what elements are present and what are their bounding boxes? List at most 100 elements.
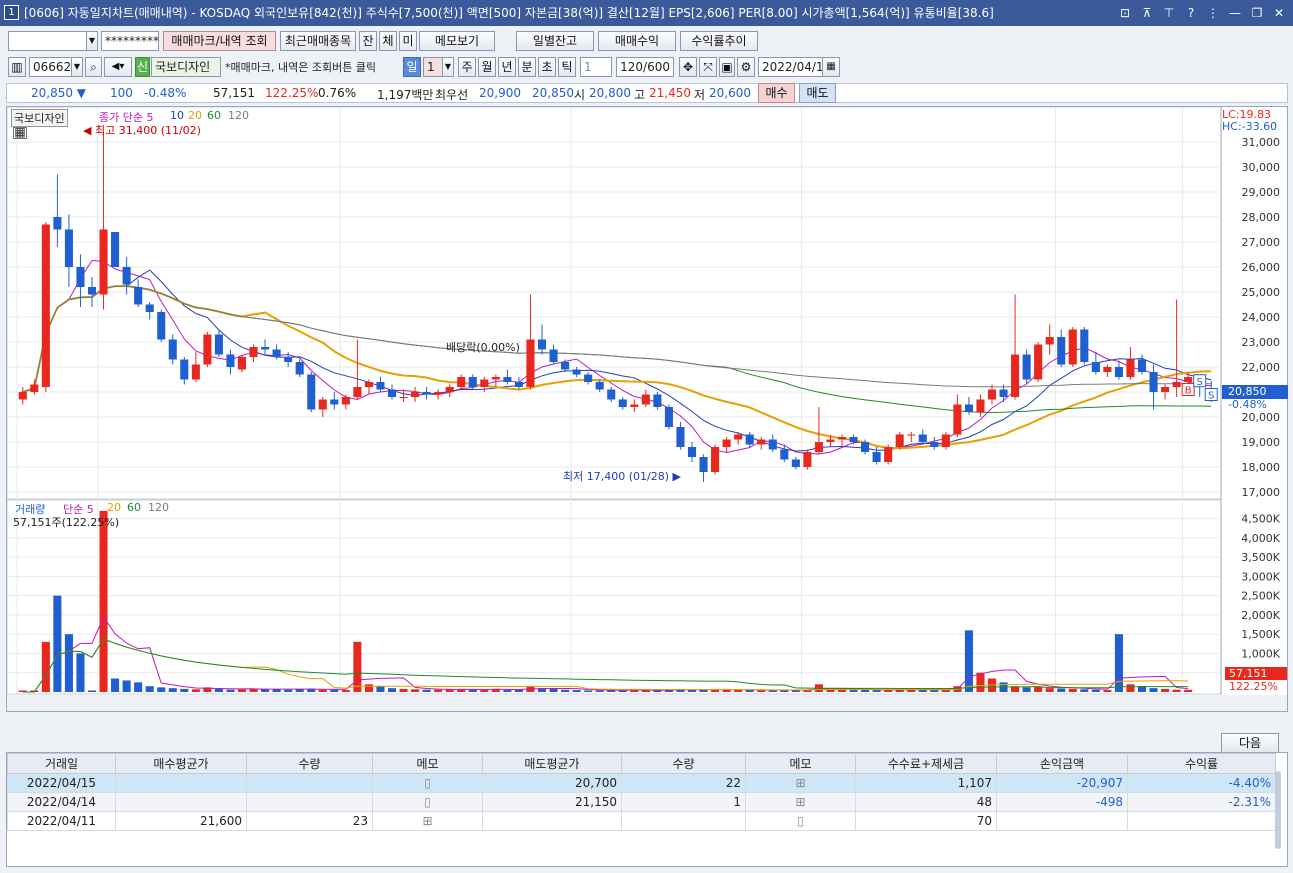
volume-tick-label: 1,000K [1241,647,1280,660]
unfilled-button[interactable]: 미 [399,31,417,51]
volume-bar [1103,690,1112,692]
grid-icon[interactable]: ▦ [13,126,27,139]
code-dropdown-icon[interactable]: ▼ [71,57,83,77]
draw-tool-icon[interactable]: ⤧ [699,57,717,77]
period-day-button[interactable]: 일 [403,57,421,77]
column-header[interactable]: 매수평균가 [115,753,247,774]
memo-icon[interactable]: ▯ [745,811,856,831]
table-row[interactable]: 2022/04/14 ▯ 21,150 1 ⊞ 48 -498 -2.31% [7,792,1276,812]
memo-view-button[interactable]: 메모보기 [419,31,495,51]
candle [1161,387,1170,392]
period-dropdown-icon[interactable]: ▼ [442,57,454,77]
memo-icon[interactable]: ▯ [372,773,483,793]
price-tick-label: 23,000 [1242,336,1281,349]
candle [480,379,489,387]
price-tick-label: 31,000 [1242,136,1281,149]
crosshair-icon[interactable]: ✥ [679,57,697,77]
column-header[interactable]: 손익금액 [996,753,1128,774]
pushpin-icon[interactable]: ⊤ [1161,0,1177,26]
candle [999,389,1008,397]
minute-button[interactable]: 분 [518,57,536,77]
account-select[interactable] [8,31,98,51]
candle [237,357,247,370]
column-header[interactable]: 거래일 [7,753,116,774]
sell-button[interactable]: 매도 [799,83,836,103]
column-header[interactable]: 수수료+제세금 [855,753,997,774]
volume-bar [87,690,97,692]
volume-bar [145,686,154,692]
chevron-down-icon[interactable]: ▼ [86,31,98,51]
memo-add-icon[interactable]: ⊞ [745,792,856,812]
calendar-icon[interactable]: ▦ [822,57,840,77]
pin-icon[interactable]: ⊼ [1139,0,1155,26]
candle [145,304,154,312]
second-button[interactable]: 초 [538,57,556,77]
minimize-icon[interactable]: — [1227,0,1243,26]
candle [607,389,616,400]
trade-profit-button[interactable]: 매매수익 [598,31,676,51]
buy-button[interactable]: 매수 [758,83,795,103]
search-icon[interactable]: ⌕ [85,57,102,77]
candle [468,377,477,387]
period-number[interactable]: 1 [423,57,443,77]
memo-add-icon[interactable]: ⊞ [745,773,856,793]
speaker-icon[interactable]: ◀▾ [104,57,132,77]
password-field[interactable]: ********* [101,31,159,51]
filled-button[interactable]: 체 [379,31,397,51]
next-button[interactable]: 다음 [1221,733,1279,753]
close-icon[interactable]: ✕ [1271,0,1287,26]
year-button[interactable]: 년 [498,57,516,77]
stock-name: 국보디자인 [151,57,221,77]
volume-bar [364,684,373,692]
mark-history-button[interactable]: 매매마크/내역 조회 [163,31,276,51]
price-volume-chart[interactable]: 31,000 30,000 29,000 28,000 27,000 26,000 25,0… [7,107,1287,711]
table-cell: 21,600 [115,811,247,831]
candle [261,347,270,350]
column-header[interactable]: 메모 [745,753,856,774]
trade-marker-text: S [1197,377,1203,388]
memo-icon[interactable]: ▯ [372,792,483,812]
week-button[interactable]: 주 [458,57,476,77]
layout-icon[interactable]: ▥ [8,57,26,77]
ma10-line [22,269,1212,452]
table-scrollbar[interactable] [1275,771,1281,849]
table-row[interactable]: 2022/04/15 ▯ 20,700 22 ⊞ 1,107 -20,907 -4.40% [7,773,1276,793]
volume-bar [595,690,604,692]
restore-icon[interactable]: ❐ [1249,0,1265,26]
save-icon[interactable]: ▣ [719,57,735,77]
table-row[interactable]: 2022/04/11 21,600 23 ⊞ ▯ 70 [7,811,1276,831]
candle [284,357,293,362]
volume-bar [837,689,847,692]
column-header[interactable]: 수량 [621,753,746,774]
column-header[interactable]: 수익률 [1127,753,1276,774]
column-header[interactable]: 메모 [372,753,483,774]
gear-icon[interactable]: ⚙ [737,57,755,77]
count-input[interactable]: 120/600 [616,57,674,77]
daily-balance-button[interactable]: 일별잔고 [516,31,594,51]
volume-bar [76,653,85,692]
link-icon[interactable]: ⊡ [1117,0,1133,26]
tick-number[interactable]: 1 [580,57,612,77]
candle [526,339,535,387]
toolbar-1: ▼ ********* 매매마크/내역 조회 최근매매종목 잔 체 미 메모보기… [0,28,1293,54]
chart-panel[interactable]: 31,000 30,000 29,000 28,000 27,000 26,000 25,0… [6,106,1288,712]
return-trend-button[interactable]: 수익률추이 [680,31,758,51]
candle [837,437,847,440]
window-controls: ⊡ ⊼ ⊤ ? ⋮ — ❐ ✕ [1117,0,1287,26]
candle [318,399,327,410]
memo-add-icon[interactable]: ⊞ [372,811,483,831]
high-price: 21,450 [649,86,691,100]
volume-tick-label: 3,000K [1241,570,1280,583]
balance-button[interactable]: 잔 [359,31,377,51]
candle [1172,382,1181,387]
column-header[interactable]: 매도평균가 [482,753,622,774]
recent-trades-button[interactable]: 최근매매종목 [280,31,356,51]
settings-icon[interactable]: ⋮ [1205,0,1221,26]
tick-button[interactable]: 틱 [558,57,576,77]
column-header[interactable]: 수량 [246,753,373,774]
help-icon[interactable]: ? [1183,0,1199,26]
month-button[interactable]: 월 [478,57,496,77]
candle [895,434,904,447]
volume-bar [1114,634,1123,692]
candle [180,359,189,380]
